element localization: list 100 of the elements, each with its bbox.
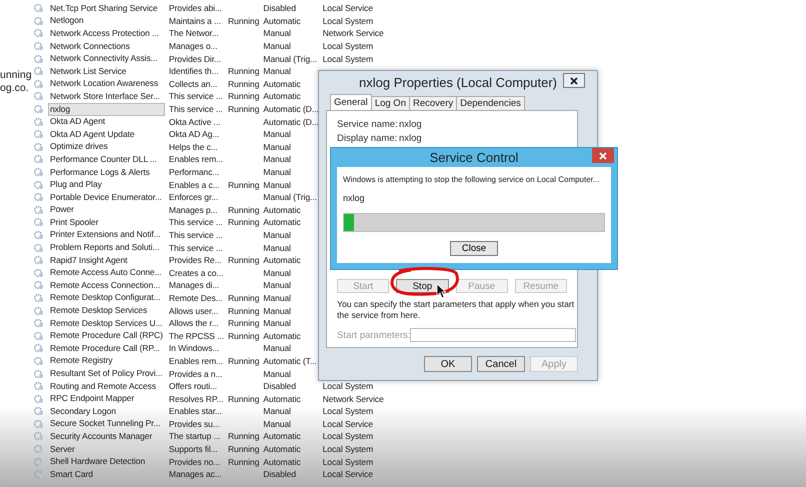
- service-description: Provides no...: [168, 456, 222, 468]
- service-name[interactable]: Problem Reports and Soluti...: [48, 241, 165, 254]
- gear-icon: [34, 306, 44, 316]
- service-name[interactable]: Network Connections: [48, 40, 165, 53]
- service-status: Running: [228, 178, 260, 191]
- service-description: This service ...: [168, 242, 224, 254]
- service-description: Manages ac...: [168, 468, 223, 480]
- service-name[interactable]: Network Store Interface Ser...: [48, 90, 165, 103]
- log-on-as: Local System: [322, 405, 374, 418]
- service-description: Provides Re...: [168, 254, 222, 266]
- startup-type: Manual: [263, 153, 292, 166]
- tab[interactable]: Dependencies: [456, 96, 525, 110]
- service-name[interactable]: Secure Socket Tunneling Pr...: [48, 417, 165, 430]
- startup-type: Manual: [263, 128, 292, 140]
- service-description: Allows the r...: [168, 317, 220, 330]
- tab[interactable]: Log On: [370, 96, 410, 110]
- close-button[interactable]: [563, 73, 585, 88]
- service-description: Creates a co...: [168, 266, 224, 279]
- service-name[interactable]: Portable Device Enumerator...: [48, 190, 165, 204]
- service-name[interactable]: Remote Registry: [48, 354, 165, 368]
- service-name[interactable]: Network List Service: [48, 64, 165, 78]
- log-on-as: Network Service: [322, 27, 384, 40]
- dialog-button[interactable]: OK: [424, 356, 472, 372]
- tab[interactable]: Recovery: [408, 96, 458, 110]
- service-status: Running: [228, 65, 260, 78]
- service-name[interactable]: Optimize drives: [48, 140, 165, 154]
- service-name[interactable]: Okta AD Agent: [48, 115, 165, 128]
- gear-icon: [34, 456, 44, 467]
- service-status: Running: [228, 90, 260, 102]
- log-on-as: Local System: [322, 40, 374, 52]
- log-on-as: Local System: [322, 380, 374, 392]
- service-description: This service ...: [168, 103, 224, 116]
- service-name[interactable]: RPC Endpoint Mapper: [48, 392, 165, 406]
- gear-icon: [34, 54, 44, 64]
- field-value: nxlog: [399, 118, 423, 130]
- service-name[interactable]: Print Spooler: [48, 216, 165, 229]
- service-name[interactable]: Remote Procedure Call (RP...: [48, 342, 165, 355]
- startup-type: Automatic: [263, 330, 302, 342]
- service-name[interactable]: Netlogon: [48, 14, 165, 28]
- service-name[interactable]: Remote Access Connection...: [48, 278, 165, 292]
- service-name[interactable]: Remote Access Auto Conne...: [48, 266, 165, 280]
- service-name[interactable]: Smart Card: [48, 468, 165, 481]
- gear-icon: [34, 242, 44, 253]
- service-name[interactable]: Routing and Remote Access: [48, 380, 165, 393]
- service-description: Enforces gr...: [168, 191, 220, 204]
- service-name[interactable]: Okta AD Agent Update: [48, 128, 165, 141]
- service-status: Running: [228, 254, 260, 266]
- gear-icon: [34, 16, 44, 26]
- service-name[interactable]: Remote Desktop Services U...: [48, 316, 165, 330]
- circle-annotation: [389, 267, 461, 297]
- service-name[interactable]: Net.Tcp Port Sharing Service: [48, 2, 165, 15]
- service-name[interactable]: Performance Logs & Alerts: [48, 166, 165, 179]
- tab[interactable]: General: [330, 94, 372, 110]
- service-name[interactable]: Network Location Awareness: [48, 77, 165, 90]
- service-name[interactable]: Printer Extensions and Notif...: [48, 228, 165, 242]
- gear-icon: [34, 129, 44, 140]
- service-status: Running: [228, 292, 260, 304]
- gear-icon: [34, 356, 44, 366]
- service-name[interactable]: Security Accounts Manager: [48, 430, 165, 443]
- field-label: Start parameters:: [337, 330, 410, 340]
- close-dialog-button[interactable]: Close: [450, 241, 498, 256]
- service-name[interactable]: Secondary Logon: [48, 404, 165, 418]
- service-description: Supports fil...: [168, 443, 219, 456]
- startup-type: Automatic: [263, 254, 302, 266]
- service-name[interactable]: Performance Counter DLL ...: [48, 152, 165, 166]
- service-name[interactable]: Server: [48, 442, 165, 456]
- startup-type: Manual: [263, 342, 292, 354]
- startup-type: Automatic: [263, 430, 302, 442]
- service-name[interactable]: Network Connectivity Assis...: [48, 52, 165, 66]
- startup-type: Manual: [263, 304, 292, 317]
- service-description: Performanc...: [168, 166, 220, 178]
- service-name[interactable]: Remote Desktop Configurat...: [48, 291, 165, 304]
- dialog-button[interactable]: Cancel: [477, 356, 525, 372]
- log-on-as: Local Service: [322, 418, 374, 430]
- gear-icon: [34, 268, 44, 278]
- service-name[interactable]: Shell Hardware Detection: [48, 455, 165, 468]
- startup-type: Manual: [263, 228, 292, 241]
- log-on-as: Local System: [322, 456, 374, 468]
- service-name[interactable]: Plug and Play: [48, 178, 165, 192]
- service-status: Running: [228, 78, 260, 90]
- service-name[interactable]: Network Access Protection ...: [48, 26, 165, 40]
- service-name[interactable]: Rapid7 Insight Agent: [48, 254, 165, 267]
- service-name[interactable]: nxlog: [48, 102, 165, 116]
- dialog-title: Service Control: [430, 150, 518, 165]
- service-name[interactable]: Power: [48, 203, 165, 216]
- gear-icon: [34, 217, 44, 228]
- service-description: Provides Dir...: [168, 52, 222, 65]
- service-name[interactable]: Resultant Set of Policy Provi...: [48, 367, 165, 380]
- gear-icon: [34, 91, 44, 102]
- service-name[interactable]: Remote Procedure Call (RPC): [48, 329, 165, 342]
- log-on-as: Local System: [322, 443, 374, 456]
- status-message: Windows is attempting to stop the following service on Local Computer...: [343, 175, 601, 184]
- startup-type: Manual (Trig...: [263, 191, 318, 204]
- gear-icon: [34, 343, 44, 354]
- startup-type: Automatic: [263, 204, 302, 216]
- service-name[interactable]: Remote Desktop Services: [48, 304, 165, 318]
- service-description: This service ...: [168, 228, 224, 241]
- cursor-icon: [436, 283, 446, 299]
- startup-type: Disabled: [263, 380, 297, 392]
- service-description: The Networ...: [168, 27, 220, 40]
